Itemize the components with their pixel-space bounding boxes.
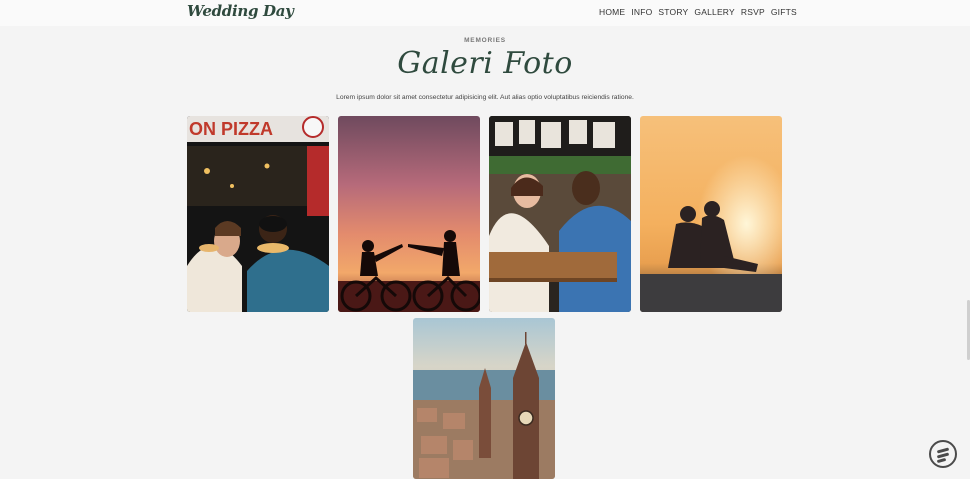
gallery-photo-city[interactable] <box>413 318 555 479</box>
gallery-photo-pizza[interactable]: ON PIZZA <box>187 116 329 312</box>
nav-item-info[interactable]: INFO <box>631 7 652 17</box>
nav-item-gifts[interactable]: GIFTS <box>771 7 797 17</box>
gallery-photo-cyclists[interactable] <box>338 116 480 312</box>
nav-item-rsvp[interactable]: RSVP <box>741 7 765 17</box>
section-title: Galeri Foto <box>397 46 573 81</box>
photo-table-image <box>489 116 631 312</box>
brand-logo[interactable]: Wedding Day <box>187 2 294 20</box>
photo-sunset-image <box>640 116 782 312</box>
section-eyebrow: MEMORIES <box>464 37 506 44</box>
nav-menu: HOME INFO STORY GALLERY RSVP GIFTS <box>599 7 797 17</box>
floating-chat-button[interactable] <box>929 440 957 468</box>
photo-city-image <box>413 318 555 479</box>
section-description: Lorem ipsum dolor sit amet consectetur a… <box>336 94 634 101</box>
gallery-photo-sunset[interactable] <box>640 116 782 312</box>
photo-pizza-image: ON PIZZA <box>187 116 329 312</box>
pizza-sign-text: ON PIZZA <box>189 119 273 139</box>
nav-item-home[interactable]: HOME <box>599 7 625 17</box>
nav-item-story[interactable]: STORY <box>658 7 688 17</box>
nav-item-gallery[interactable]: GALLERY <box>694 7 734 17</box>
photo-cyclists-image <box>338 116 480 312</box>
gallery-photo-table[interactable] <box>489 116 631 312</box>
navbar: Wedding Day HOME INFO STORY GALLERY RSVP… <box>0 0 970 26</box>
fab-icon-bar <box>936 457 947 464</box>
